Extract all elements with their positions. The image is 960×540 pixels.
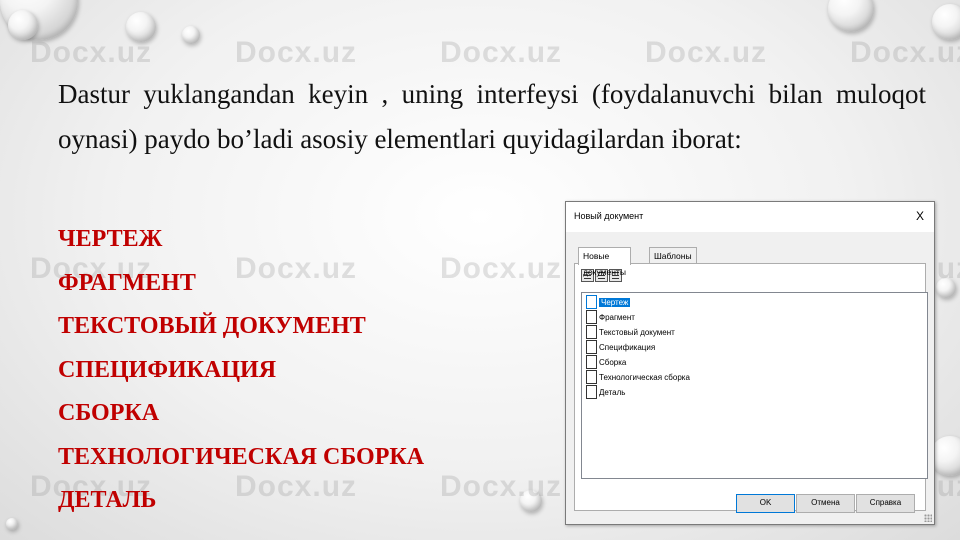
- list-item-tech-assembly[interactable]: Технологическая сборка: [586, 369, 690, 385]
- list-item: ТЕХНОЛОГИЧЕСКАЯ СБОРКА: [58, 443, 425, 470]
- watermark: Docx.uz: [235, 36, 358, 69]
- list-item: ФРАГМЕНТ: [58, 269, 196, 296]
- list-item-text-document[interactable]: Текстовый документ: [586, 324, 675, 340]
- element-list: ЧЕРТЕЖ ФРАГМЕНТ ТЕКСТОВЫЙ ДОКУМЕНТ СПЕЦИ…: [58, 218, 424, 523]
- tab-new-documents[interactable]: Новые документы: [578, 247, 631, 277]
- water-drop-decoration: [932, 4, 960, 40]
- watermark-row: Docx.uz Docx.uz Docx.uz Docx.uz Docx.uz: [0, 36, 960, 76]
- watermark: Docx.uz: [440, 470, 563, 503]
- list-item: ДЕТАЛЬ: [58, 487, 157, 513]
- list-item: ЧЕРТЕЖ: [58, 226, 163, 252]
- watermark: Docx.uz: [440, 36, 563, 69]
- drawing-icon: [586, 294, 597, 309]
- list-item-part[interactable]: Деталь: [586, 384, 625, 400]
- specification-icon: [586, 339, 597, 354]
- dialog-titlebar[interactable]: Новый документ X: [566, 202, 934, 232]
- fragment-icon: [586, 309, 597, 324]
- list-item: СПЕЦИФИКАЦИЯ: [58, 356, 277, 383]
- cancel-button[interactable]: Отмена: [796, 494, 855, 513]
- tech-assembly-icon: [586, 369, 597, 384]
- close-icon[interactable]: X: [912, 208, 928, 224]
- tab-panel: Чертеж Фрагмент Текстовый документ Специ…: [574, 263, 928, 511]
- text-document-icon: [586, 324, 597, 339]
- part-icon: [586, 384, 597, 399]
- intro-paragraph: Dastur yuklangandan keyin , uning interf…: [58, 79, 926, 154]
- list-item-specification[interactable]: Спецификация: [586, 339, 655, 355]
- help-button[interactable]: Справка: [856, 494, 915, 513]
- new-document-dialog: Новый документ X Новые документы Шаблоны…: [565, 201, 935, 525]
- list-item: ТЕКСТОВЫЙ ДОКУМЕНТ: [58, 313, 366, 339]
- ok-button[interactable]: OK: [736, 494, 795, 513]
- list-item-fragment[interactable]: Фрагмент: [586, 309, 635, 325]
- resize-grip-icon[interactable]: [924, 514, 932, 522]
- document-type-list[interactable]: Чертеж Фрагмент Текстовый документ Специ…: [581, 292, 928, 479]
- watermark: Docx.uz: [30, 36, 153, 69]
- dialog-body: Новые документы Шаблоны Чертеж Фрагмент …: [566, 232, 934, 524]
- list-item-drawing[interactable]: Чертеж: [586, 294, 631, 310]
- assembly-icon: [586, 354, 597, 369]
- watermark: Docx.uz: [440, 252, 563, 285]
- tab-templates[interactable]: Шаблоны: [649, 247, 697, 264]
- water-drop-decoration: [828, 0, 874, 32]
- dialog-title: Новый документ: [574, 211, 644, 221]
- watermark: Docx.uz: [645, 36, 768, 69]
- list-item: СБОРКА: [58, 400, 160, 426]
- water-drop-decoration: [6, 518, 18, 530]
- watermark: Docx.uz: [850, 36, 960, 69]
- list-item-assembly[interactable]: Сборка: [586, 354, 626, 370]
